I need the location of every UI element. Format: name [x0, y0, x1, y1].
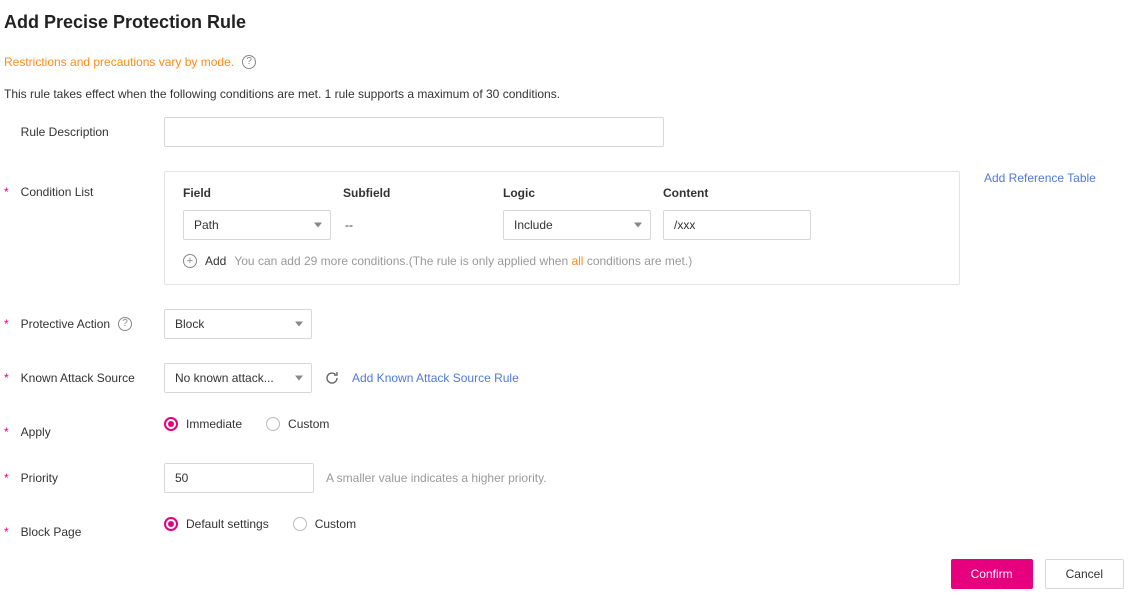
block-page-radio-custom[interactable]: Custom	[293, 517, 356, 531]
col-header-logic: Logic	[503, 186, 663, 210]
mode-warning-text: Restrictions and precautions vary by mod…	[4, 55, 234, 69]
radio-icon	[164, 417, 178, 431]
protective-action-label: *Protective Action ?	[4, 309, 164, 331]
mode-warning-row: Restrictions and precautions vary by mod…	[4, 55, 1144, 69]
add-known-attack-source-rule-link[interactable]: Add Known Attack Source Rule	[352, 371, 519, 385]
row-apply: *Apply Immediate Custom	[4, 417, 1144, 439]
condition-list-container: Field Subfield Logic Content Path -- Inc…	[164, 171, 960, 285]
row-condition-list: *Condition List Field Subfield Logic Con…	[4, 171, 1144, 285]
page-title: Add Precise Protection Rule	[4, 12, 1144, 33]
row-priority: *Priority A smaller value indicates a hi…	[4, 463, 1144, 493]
condition-row: Path -- Include	[183, 210, 941, 240]
radio-icon	[164, 517, 178, 531]
condition-field-select[interactable]: Path	[183, 210, 331, 240]
radio-icon	[293, 517, 307, 531]
block-page-radio-group: Default settings Custom	[164, 517, 356, 531]
col-header-subfield: Subfield	[343, 186, 503, 210]
apply-radio-immediate[interactable]: Immediate	[164, 417, 242, 431]
add-condition-label[interactable]: Add	[205, 254, 226, 268]
add-condition-icon[interactable]: +	[183, 254, 197, 268]
block-page-radio-default[interactable]: Default settings	[164, 517, 269, 531]
refresh-icon[interactable]	[324, 370, 340, 386]
protective-action-help-icon[interactable]: ?	[118, 317, 132, 331]
priority-label: *Priority	[4, 463, 164, 485]
cancel-button[interactable]: Cancel	[1045, 559, 1124, 589]
confirm-button[interactable]: Confirm	[951, 559, 1033, 589]
mode-warning-help-icon[interactable]: ?	[242, 55, 256, 69]
chevron-down-icon	[314, 223, 322, 228]
row-rule-description: *Rule Description	[4, 117, 1144, 147]
apply-label: *Apply	[4, 417, 164, 439]
chevron-down-icon	[295, 376, 303, 381]
button-bar: Confirm Cancel	[4, 559, 1144, 589]
row-known-attack-source: *Known Attack Source No known attack... …	[4, 363, 1144, 393]
add-condition-row: + Add You can add 29 more conditions.(Th…	[183, 254, 941, 268]
rule-description-input[interactable]	[164, 117, 664, 147]
condition-list-label: *Condition List	[4, 171, 164, 199]
block-page-label: *Block Page	[4, 517, 164, 539]
col-header-content: Content	[663, 186, 823, 210]
apply-radio-custom[interactable]: Custom	[266, 417, 329, 431]
add-condition-hint: You can add 29 more conditions.(The rule…	[234, 254, 692, 268]
rule-info-text: This rule takes effect when the followin…	[4, 87, 1144, 101]
rule-description-label: *Rule Description	[4, 117, 164, 139]
col-header-field: Field	[183, 186, 343, 210]
condition-subfield-value: --	[343, 218, 503, 232]
add-reference-table-link[interactable]: Add Reference Table	[984, 171, 1096, 185]
row-block-page: *Block Page Default settings Custom	[4, 517, 1144, 539]
condition-header-row: Field Subfield Logic Content	[183, 186, 941, 210]
chevron-down-icon	[634, 223, 642, 228]
condition-content-input[interactable]	[663, 210, 811, 240]
known-attack-source-select[interactable]: No known attack...	[164, 363, 312, 393]
priority-input[interactable]	[164, 463, 314, 493]
chevron-down-icon	[295, 322, 303, 327]
protective-action-select[interactable]: Block	[164, 309, 312, 339]
known-attack-source-label: *Known Attack Source	[4, 363, 164, 385]
radio-icon	[266, 417, 280, 431]
condition-logic-select[interactable]: Include	[503, 210, 651, 240]
row-protective-action: *Protective Action ? Block	[4, 309, 1144, 339]
priority-hint: A smaller value indicates a higher prior…	[326, 471, 547, 485]
apply-radio-group: Immediate Custom	[164, 417, 329, 431]
